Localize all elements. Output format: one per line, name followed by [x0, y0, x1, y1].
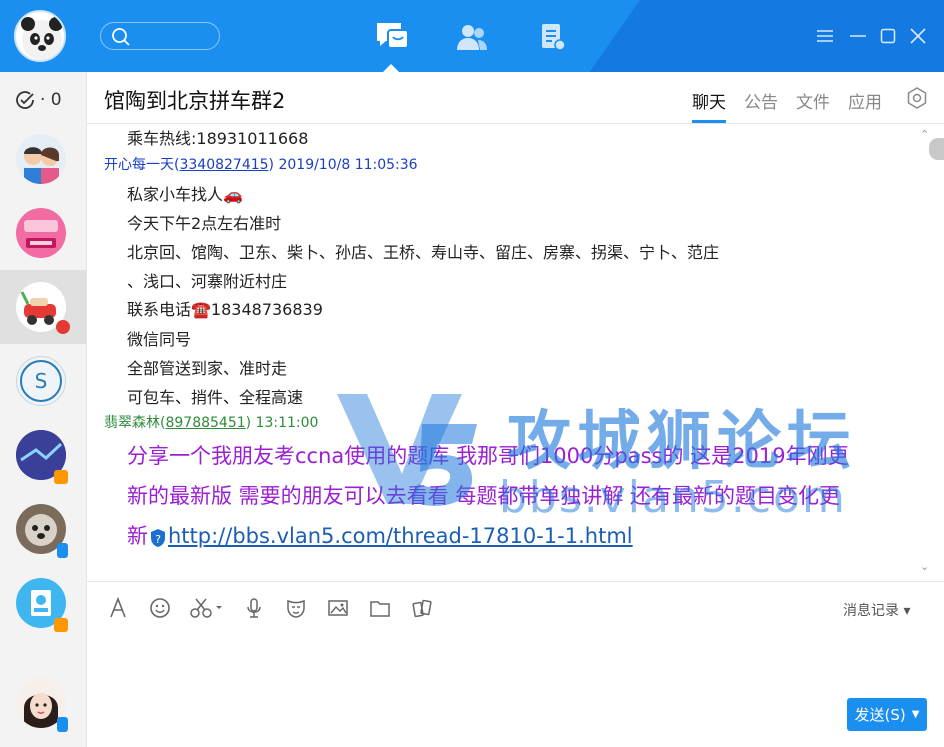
svg-text:S: S	[35, 369, 48, 393]
conversation-item[interactable]	[0, 196, 86, 270]
screenshot-icon[interactable]	[188, 596, 226, 620]
scrollbar-handle[interactable]	[929, 138, 944, 160]
input-toolbar	[104, 596, 436, 620]
menu-icon[interactable]	[815, 26, 835, 46]
settings-icon[interactable]	[905, 86, 929, 114]
close-icon[interactable]	[908, 26, 928, 46]
check-circle-icon	[16, 91, 34, 109]
status-indicator[interactable]: · 0	[14, 89, 62, 111]
message-history-button[interactable]: 消息记录 ▾	[843, 600, 910, 620]
message-line: 可包车、捎件、全程高速	[127, 388, 304, 407]
title-bar	[0, 0, 944, 72]
user-id-link[interactable]: 3340827415	[179, 157, 268, 173]
conversation-list: · 0 S	[0, 72, 87, 747]
send-button[interactable]: 发送(S) ▼	[847, 698, 927, 731]
maximize-icon[interactable]	[878, 26, 898, 46]
mask-icon[interactable]	[282, 596, 310, 620]
scroll-up-icon[interactable]: ⌃	[920, 128, 929, 141]
notification-icon	[54, 470, 68, 484]
image-icon[interactable]	[324, 596, 352, 620]
chevron-down-icon[interactable]: ▼	[912, 709, 920, 720]
chat-panel: 馆陶到北京拼车群2 聊天 公告 文件 应用 乘车热线:18931011668 开…	[87, 72, 944, 747]
avatar	[16, 134, 66, 184]
conversation-item[interactable]	[0, 122, 86, 196]
tab-files[interactable]: 文件	[796, 88, 830, 123]
avatar	[16, 208, 66, 258]
avatar: S	[16, 356, 66, 406]
user-id-link[interactable]: 897885451	[165, 415, 245, 431]
message-line: 私家小车找人🚗	[127, 185, 243, 204]
message-area[interactable]: 乘车热线:18931011668 开心每一天(3340827415) 2019/…	[87, 124, 932, 579]
nav-contacts[interactable]	[452, 18, 492, 56]
emoji-icon[interactable]	[146, 596, 174, 620]
conversation-item[interactable]	[0, 566, 86, 640]
scroll-down-icon[interactable]: ⌄	[920, 560, 929, 573]
red-packet-icon[interactable]	[408, 596, 436, 620]
message-line: 乘车热线:18931011668	[127, 129, 309, 148]
message-line: 今天下午2点左右准时	[127, 214, 282, 233]
tab-apps[interactable]: 应用	[848, 88, 882, 123]
nav-active-indicator	[383, 64, 399, 72]
muted-icon	[56, 320, 70, 334]
status-count: · 0	[40, 90, 62, 110]
message-line: 新的最新版 需要的朋友可以去看看 每题都带单独讲解 还有最新的题目变化更	[127, 484, 841, 508]
message-line: 北京回、馆陶、卫东、柴卜、孙店、王桥、寿山寺、留庄、房寨、拐渠、宁卜、范庄	[127, 243, 720, 262]
message-line: 全部管送到家、准时走	[127, 359, 288, 378]
message-sender: 翡翠森林(897885451) 13:11:00	[104, 415, 319, 431]
minimize-icon[interactable]	[848, 26, 868, 46]
my-avatar[interactable]	[14, 10, 66, 62]
message-line: 、浅口、河寨附近村庄	[127, 272, 288, 291]
svg-text:?: ?	[155, 533, 161, 546]
tab-announcement[interactable]: 公告	[744, 88, 778, 123]
document-icon	[542, 24, 566, 51]
message-line: 联系电话☎️18348736839	[127, 300, 323, 319]
mobile-icon	[57, 717, 68, 732]
tab-chat[interactable]: 聊天	[692, 88, 726, 123]
message-line: 分享一个我朋友考ccna使用的题库 我那哥们1000分pass的 这是2019年…	[127, 444, 849, 468]
conversation-item-active[interactable]	[0, 270, 86, 344]
message-line: 微信同号	[127, 330, 192, 349]
conversation-item[interactable]	[0, 418, 86, 492]
mobile-icon	[57, 543, 68, 558]
chat-tabs: 聊天 公告 文件 应用	[692, 88, 882, 123]
conversation-item[interactable]	[0, 492, 86, 566]
chat-title: 馆陶到北京拼车群2	[104, 89, 286, 113]
font-icon[interactable]	[104, 596, 132, 620]
message-line: 新? http://bbs.vlan5.com/thread-17810-1-1.…	[127, 524, 633, 548]
microphone-icon[interactable]	[240, 596, 268, 620]
contacts-icon	[457, 25, 487, 50]
search-icon	[112, 28, 130, 46]
conversation-item[interactable]: S	[0, 344, 86, 418]
search-input[interactable]	[100, 22, 220, 50]
thread-link[interactable]: http://bbs.vlan5.com/thread-17810-1-1.ht…	[168, 524, 633, 548]
nav-messages[interactable]	[372, 18, 412, 56]
notification-icon	[54, 618, 68, 632]
folder-icon[interactable]	[366, 596, 394, 620]
message-sender: 开心每一天(3340827415) 2019/10/8 11:05:36	[104, 157, 418, 173]
shield-question-icon: ?	[151, 529, 165, 547]
chat-bubble-icon	[377, 23, 409, 49]
conversation-item[interactable]	[0, 666, 86, 740]
nav-space[interactable]	[532, 18, 572, 56]
